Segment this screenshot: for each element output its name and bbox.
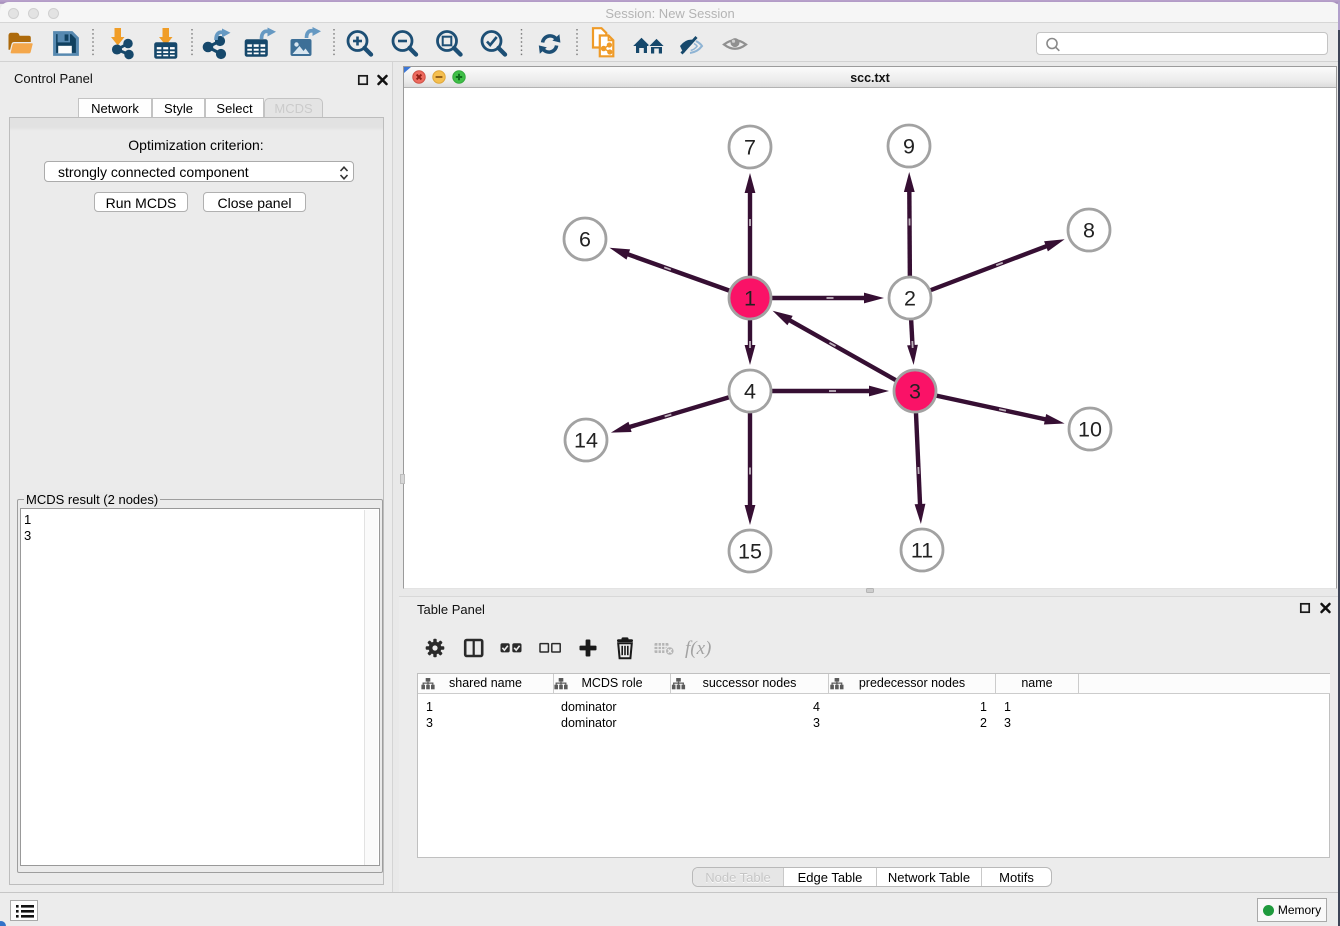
svg-text:11: 11 [911,539,933,563]
svg-text:6: 6 [579,228,591,252]
svg-text:3: 3 [909,380,921,404]
svg-text:9: 9 [903,135,915,159]
svg-text:2: 2 [904,287,916,311]
svg-text:15: 15 [738,540,762,564]
svg-text:14: 14 [574,429,598,453]
svg-text:8: 8 [1083,219,1095,243]
svg-text:f(x): f(x) [685,638,711,659]
svg-text:7: 7 [744,136,756,160]
svg-text:1: 1 [744,287,756,311]
svg-text:10: 10 [1078,418,1102,442]
svg-text:4: 4 [744,380,756,404]
